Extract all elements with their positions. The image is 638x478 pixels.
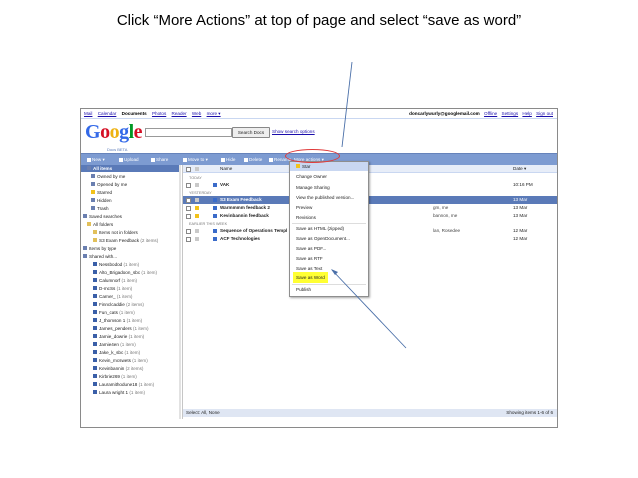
annotation-arrows (331, 61, 407, 349)
pointer-line-save-as-word (331, 269, 407, 349)
pointer-line-more-actions (341, 61, 353, 148)
arrowhead-icon (331, 269, 338, 275)
